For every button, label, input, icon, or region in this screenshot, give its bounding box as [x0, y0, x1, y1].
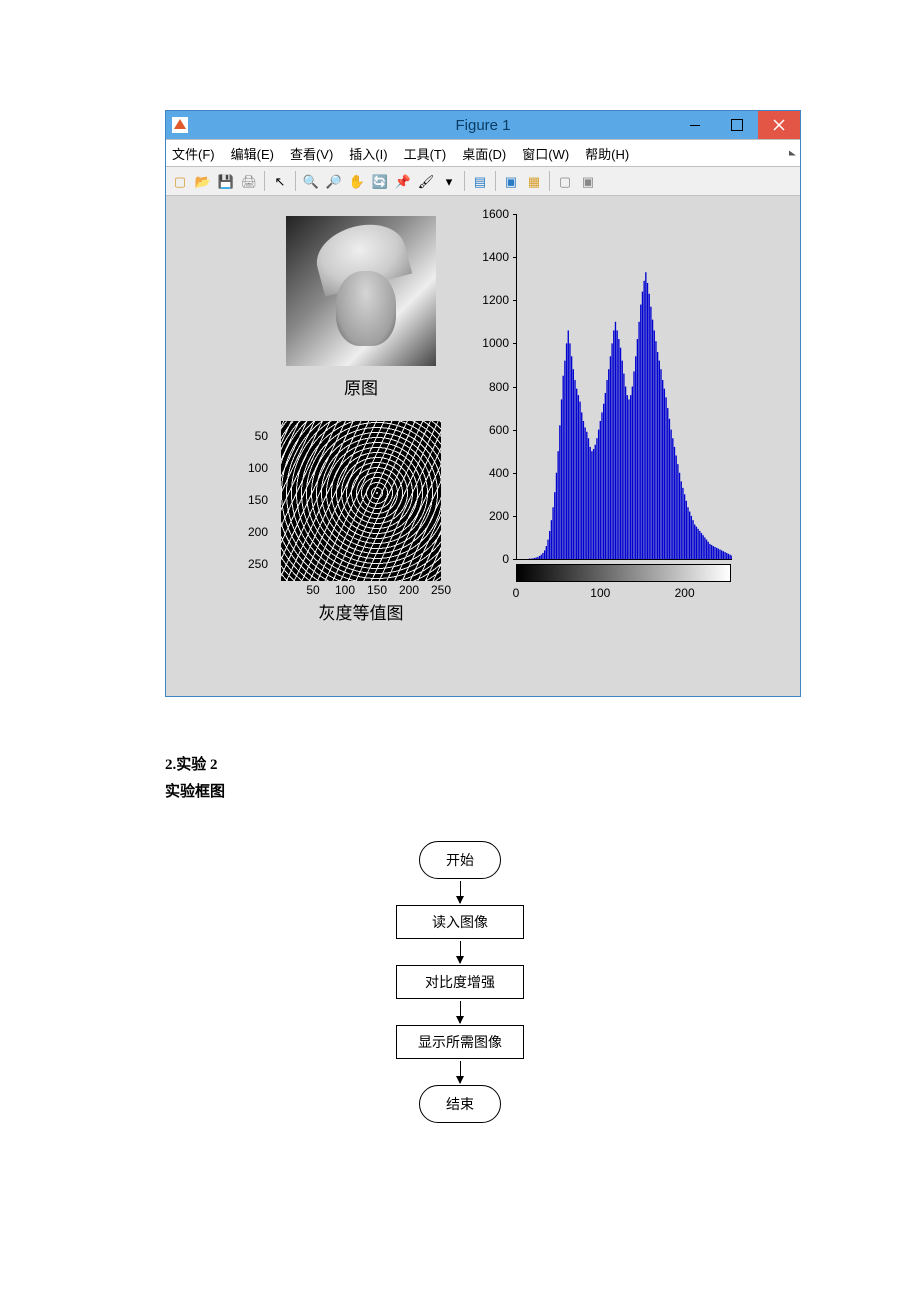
menu-desktop[interactable]: 桌面(D)	[462, 144, 506, 163]
edit-plot-icon[interactable]: ↖	[270, 171, 290, 191]
menu-edit[interactable]: 编辑(E)	[231, 144, 274, 163]
flow-arrow-icon	[460, 1061, 461, 1083]
colorbar-icon[interactable]: ▤	[470, 171, 490, 191]
section-subheading: 实验框图	[165, 779, 755, 806]
legend-icon[interactable]: ▣	[501, 171, 521, 191]
flow-arrow-icon	[460, 1001, 461, 1023]
zoom-in-icon[interactable]: 🔍	[301, 171, 321, 191]
menu-help[interactable]: 帮助(H)	[585, 144, 629, 163]
menu-window[interactable]: 窗口(W)	[522, 144, 569, 163]
subplot1-caption: 原图	[281, 374, 441, 399]
close-button[interactable]	[758, 111, 800, 139]
menu-file[interactable]: 文件(F)	[172, 144, 215, 163]
new-figure-icon[interactable]: ▢	[170, 171, 190, 191]
show-tools-icon[interactable]: ▣	[578, 171, 598, 191]
hist-xticks: 0100200	[516, 586, 731, 601]
corner-icon	[789, 151, 796, 156]
zoom-out-icon[interactable]: 🔎	[324, 171, 344, 191]
flow-start: 开始	[419, 841, 501, 879]
sp3-yticks: 50 100 150 200 250	[226, 421, 274, 581]
hist-plot	[516, 214, 732, 560]
link-icon[interactable]: ▾	[439, 171, 459, 191]
hist-yticks: 02004006008001000120014001600	[471, 214, 513, 559]
flow-end: 结束	[419, 1085, 501, 1123]
menu-insert[interactable]: 插入(I)	[349, 144, 387, 163]
subplot-contour-image: 50 100 150 200 250 50 100 150 200 2	[226, 421, 471, 616]
datacursor-icon[interactable]: 📌	[393, 171, 413, 191]
flow-arrow-icon	[460, 941, 461, 963]
figure-toolbar: ▢ 📂 💾 🖨 ↖ 🔍 🔎 ✋ 🔄 📌 🖌 ▾ ▤ ▣ ▦ ▢ ▣	[166, 167, 800, 196]
open-icon[interactable]: 📂	[193, 171, 213, 191]
grayscale-colorbar	[516, 564, 731, 582]
matlab-figure-window: Figure 1 文件(F) 编辑(E) 查看(V) 插入(I) 工具(T) 桌…	[165, 110, 801, 697]
insert-box-icon[interactable]: ▦	[524, 171, 544, 191]
brush-icon[interactable]: 🖌	[416, 171, 436, 191]
menu-view[interactable]: 查看(V)	[290, 144, 333, 163]
pan-icon[interactable]: ✋	[347, 171, 367, 191]
flow-step-read: 读入图像	[396, 905, 524, 939]
hide-tools-icon[interactable]: ▢	[555, 171, 575, 191]
save-icon[interactable]: 💾	[216, 171, 236, 191]
flow-arrow-icon	[460, 881, 461, 903]
flow-step-display: 显示所需图像	[396, 1025, 524, 1059]
section-heading: 2.实验 2	[165, 752, 755, 779]
flow-step-contrast: 对比度增强	[396, 965, 524, 999]
window-titlebar[interactable]: Figure 1	[166, 111, 800, 139]
maximize-button[interactable]	[716, 111, 758, 139]
flowchart: 开始 读入图像 对比度增强 显示所需图像 结束	[165, 841, 755, 1123]
menu-tools[interactable]: 工具(T)	[404, 144, 447, 163]
subplot-histogram: 02004006008001000120014001600 0100200	[471, 214, 771, 629]
contour-image	[281, 421, 441, 581]
menu-bar: 文件(F) 编辑(E) 查看(V) 插入(I) 工具(T) 桌面(D) 窗口(W…	[166, 139, 800, 167]
original-image	[286, 216, 436, 366]
subplot3-caption: 灰度等值图	[281, 599, 441, 624]
sp3-xticks: 50 100 150 200 250	[281, 583, 441, 598]
rotate3d-icon[interactable]: 🔄	[370, 171, 390, 191]
figure-canvas: 原图 50 100 150 200 250 50	[166, 196, 800, 696]
subplot-original-image: 原图	[281, 216, 441, 399]
print-icon[interactable]: 🖨	[239, 171, 259, 191]
minimize-button[interactable]	[674, 111, 716, 139]
